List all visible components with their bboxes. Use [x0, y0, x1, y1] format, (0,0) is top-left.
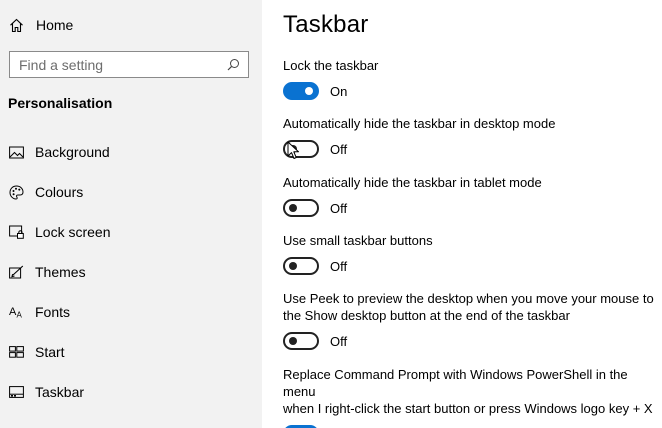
sidebar-item-fonts[interactable]: AA Fonts [0, 292, 262, 332]
setting-label-line2: the Show desktop button at the end of th… [283, 308, 570, 323]
toggle-state: Off [330, 141, 348, 157]
sidebar-item-label: Lock screen [35, 224, 111, 240]
toggle-row: Off [283, 198, 655, 218]
setting-small-buttons: Use small taskbar buttons Off [283, 232, 655, 276]
search-input[interactable] [19, 56, 209, 73]
sidebar-item-label: Fonts [35, 304, 71, 320]
toggle-state: Off [330, 200, 348, 216]
sidebar: Home Personalisation Background Colours … [0, 0, 262, 428]
setting-label-line1: Replace Command Prompt with Windows Powe… [283, 367, 628, 399]
toggle-row: Off [283, 331, 655, 351]
sidebar-item-label: Background [35, 144, 110, 160]
sidebar-item-lock-screen[interactable]: Lock screen [0, 212, 262, 252]
auto-hide-tablet-toggle[interactable] [283, 199, 319, 217]
toggle-knob [289, 337, 297, 345]
section-title: Personalisation [8, 95, 113, 111]
palette-icon [8, 184, 24, 200]
home-icon [8, 17, 24, 33]
themes-icon [8, 264, 24, 280]
sidebar-item-background[interactable]: Background [0, 132, 262, 172]
setting-label: Use small taskbar buttons [283, 233, 433, 248]
sidebar-item-start[interactable]: Start [0, 332, 262, 372]
toggle-state: Off [330, 333, 348, 349]
setting-label-line1: Use Peek to preview the desktop when you… [283, 291, 654, 306]
setting-auto-hide-tablet: Automatically hide the taskbar in tablet… [283, 174, 655, 218]
sidebar-item-taskbar[interactable]: Taskbar [0, 372, 262, 412]
fonts-icon: AA [8, 304, 24, 320]
taskbar-icon [8, 384, 24, 400]
toggle-state: Off [330, 258, 348, 274]
toggle-row: On [283, 81, 655, 101]
page-title: Taskbar [283, 11, 369, 38]
sidebar-item-label: Colours [35, 184, 84, 200]
setting-label-line2: when I right-click the start button or p… [283, 401, 653, 416]
toggle-knob [305, 87, 313, 95]
home-link[interactable]: Home [8, 14, 73, 36]
home-label: Home [36, 17, 74, 33]
small-buttons-toggle[interactable] [283, 257, 319, 275]
search-box[interactable] [9, 51, 249, 78]
sidebar-nav: Background Colours Lock screen Themes AA… [0, 132, 262, 412]
setting-lock-taskbar: Lock the taskbar On [283, 57, 655, 101]
lock-taskbar-toggle[interactable] [283, 82, 319, 100]
sidebar-item-label: Taskbar [35, 384, 85, 400]
auto-hide-desktop-toggle[interactable] [283, 140, 319, 158]
toggle-row: Off [283, 139, 655, 159]
setting-powershell: Replace Command Prompt with Windows Powe… [283, 366, 655, 428]
toggle-knob [289, 145, 297, 153]
setting-label: Automatically hide the taskbar in tablet… [283, 175, 542, 190]
svg-text:A: A [16, 311, 22, 320]
sidebar-item-colours[interactable]: Colours [0, 172, 262, 212]
toggle-state: On [330, 83, 348, 99]
sidebar-item-label: Start [35, 344, 65, 360]
lock-screen-icon [8, 224, 24, 240]
setting-label: Lock the taskbar [283, 58, 379, 73]
toggle-row: On [283, 424, 655, 428]
setting-label: Automatically hide the taskbar in deskto… [283, 116, 556, 131]
search-icon[interactable] [226, 58, 240, 72]
setting-peek: Use Peek to preview the desktop when you… [283, 290, 655, 351]
sidebar-item-label: Themes [35, 264, 86, 280]
toggle-knob [289, 204, 297, 212]
sidebar-item-themes[interactable]: Themes [0, 252, 262, 292]
toggle-knob [289, 262, 297, 270]
image-icon [8, 144, 24, 160]
main-content: Taskbar Lock the taskbar On Automaticall… [262, 0, 662, 428]
toggle-row: Off [283, 256, 655, 276]
setting-auto-hide-desktop: Automatically hide the taskbar in deskto… [283, 115, 655, 159]
start-icon [8, 344, 24, 360]
peek-toggle[interactable] [283, 332, 319, 350]
